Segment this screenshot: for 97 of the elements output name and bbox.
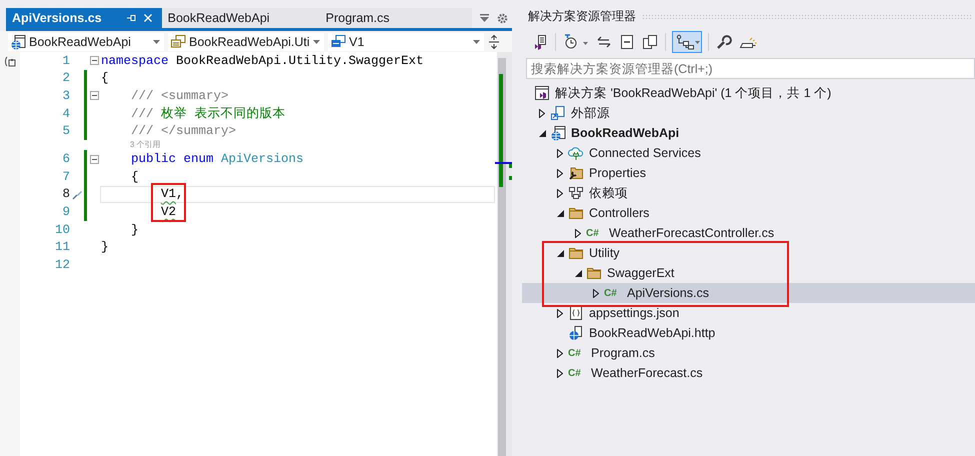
line-number: 5 [61,124,70,138]
json-file-icon [568,305,584,321]
solution-icon [534,85,550,101]
line-number: 1 [61,54,70,68]
tree-item[interactable]: SwaggerExt [522,263,975,283]
wrench-icon[interactable] [716,34,732,50]
csharp-file-icon: C# [586,228,604,238]
folder-icon [586,265,602,281]
collapse-all-icon[interactable] [619,34,635,50]
code-line: /// <summary> [130,88,229,103]
code-line: } [101,240,109,254]
code-line: V2 [160,205,176,220]
web-project-icon [550,125,566,141]
collapse-icon[interactable] [90,56,99,66]
cloud-plug-icon [568,145,584,161]
split-icon[interactable] [488,34,500,50]
editor-tab[interactable]: ApiVersions.cs [6,8,162,28]
tree-item[interactable]: C# WeatherForecast.cs [522,363,975,383]
line-number: 10 [54,222,70,237]
collapse-icon[interactable] [90,154,99,164]
code-line: V1, [160,187,184,202]
collapsed-arrow-icon[interactable] [557,368,563,378]
csharp-file-icon: C# [604,288,622,298]
enum-member-icon [330,34,346,50]
code-line: /// </summary> [130,124,236,138]
tree-item[interactable]: Properties [522,163,975,183]
clock-icon[interactable] [563,34,589,50]
navigation-dropdown[interactable]: V1 [328,32,484,50]
wrench-folder-icon [568,165,584,181]
code-line: { [130,170,139,184]
collapsed-arrow-icon[interactable] [557,168,563,178]
line-number: 3 [61,88,70,103]
namespace-icon [170,34,186,50]
search-field[interactable]: 搜索解决方案资源管理器(Ctrl+;) [526,58,975,79]
panel-title: 解决方案资源管理器 [528,8,636,24]
collapsed-arrow-icon[interactable] [557,188,563,198]
tree-item[interactable]: Connected Services [522,143,975,163]
expanded-arrow-icon[interactable] [556,250,564,256]
code-line: public enum ApiVersions [130,152,304,166]
line-number: 8 [61,187,70,202]
dropdown-caret-icon [313,40,320,44]
external-source-icon [550,105,566,121]
vertical-scrollbar[interactable] [497,52,512,456]
settings-icon[interactable] [497,12,508,24]
line-number: 7 [61,170,70,184]
pin-icon[interactable] [124,12,137,24]
code-line: /// 枚举 表示不同的版本 [130,106,286,122]
line-number: 9 [61,205,70,220]
bracket-icon [4,56,16,67]
expanded-arrow-icon[interactable] [556,210,564,216]
collapsed-arrow-icon[interactable] [557,308,563,318]
line-number: 11 [54,240,70,254]
line-number: 12 [54,258,70,272]
code-line: } [130,222,139,237]
folder-icon [568,245,584,261]
globe-file-icon [568,325,584,341]
collapsed-arrow-icon[interactable] [575,228,581,238]
dropdown-caret-icon [473,40,480,44]
tree-item[interactable]: BookReadWebApi.http [522,323,975,343]
close-icon[interactable] [142,12,154,24]
code-line: { [101,71,109,86]
web-project-icon [10,34,26,50]
collapse-icon[interactable] [90,91,99,100]
collapsed-arrow-icon[interactable] [539,108,545,118]
expanded-arrow-icon[interactable] [538,130,546,136]
line-number: 2 [61,71,70,86]
sync-arrows-icon[interactable] [596,34,612,50]
tree-view-icon[interactable] [675,34,701,50]
editor-tab[interactable]: Program.cs [316,8,422,28]
csharp-file-icon: C# [568,348,586,358]
tree-item[interactable]: C# WeatherForecastController.cs [522,223,975,243]
line-number: 4 [61,106,70,121]
tree-item[interactable]: C# Program.cs [522,343,975,363]
navigation-dropdown[interactable]: BookReadWebApi.Uti [168,32,324,50]
tree-item[interactable]: C# ApiVersions.cs [522,283,975,303]
csharp-file-icon: C# [568,368,586,378]
navigation-dropdown[interactable]: BookReadWebApi [8,32,164,50]
tree-item[interactable]: Utility [522,243,975,263]
line-number: 6 [61,152,70,166]
collapsed-arrow-icon[interactable] [557,148,563,158]
windows-icon[interactable] [642,34,658,50]
folder-icon [568,205,584,221]
tree-item[interactable]: appsettings.json [522,303,975,323]
screwdriver-icon[interactable] [72,188,82,200]
expanded-arrow-icon[interactable] [574,270,582,276]
tree-item[interactable]: BookReadWebApi [522,123,975,143]
collapsed-arrow-icon[interactable] [557,348,563,358]
editor-tab[interactable]: BookReadWebApi [162,8,316,28]
tree-item[interactable]: 外部源 [522,103,975,123]
dependencies-icon [568,185,584,201]
code-line: namespace BookReadWebApi.Utility.SwaggerExt [101,54,424,68]
tree-item[interactable]: 解决方案 'BookReadWebApi' (1 个项目，共 1 个) [522,83,975,103]
dropdown-icon[interactable] [480,14,489,22]
tree-item[interactable]: Controllers [522,203,975,223]
tree-item[interactable]: 依赖项 [522,183,975,203]
dropdown-caret-icon [153,40,160,44]
collapsed-arrow-icon[interactable] [593,288,599,298]
